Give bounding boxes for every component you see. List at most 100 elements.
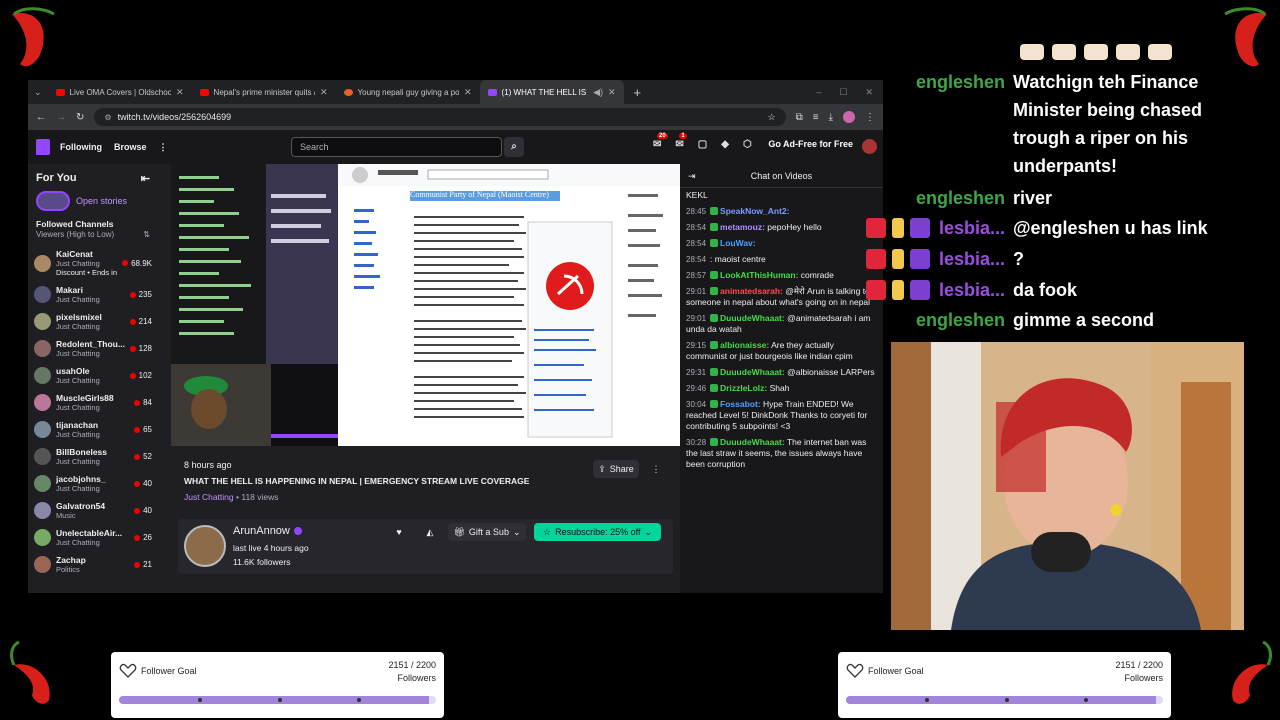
chat-username[interactable]: metamouz: [720,222,765,232]
viewer-count: 52 [143,452,152,461]
share-button[interactable]: ⇪ Share [593,460,639,478]
extensions-icon[interactable]: ⧉ [796,112,803,123]
search-icon[interactable]: ⌕ [504,137,524,157]
tab-search-icon[interactable]: ⌄ [28,87,48,98]
close-tab-icon[interactable]: ✕ [320,87,328,98]
sidebar-channel-item[interactable]: Zachap Politics 21 [28,551,158,578]
chat-message: 30:04 Fossabot: Hype Train ENDED! We reac… [680,397,883,435]
whispers-icon[interactable]: ✉ 1 [675,133,687,150]
open-stories-label: Open stories [76,196,128,206]
nav-icons: ✉ 20 ✉ 1 ▢ ◆ ⬡ [653,133,752,150]
chat-timestamp[interactable]: 28:54 [686,223,706,232]
sidebar-channel-item[interactable]: jacobjohns_ Just Chatting 40 [28,470,158,497]
sidebar-channel-item[interactable]: KaiCenat Just Chatting Discount • Ends in … [28,245,158,281]
reload-icon[interactable]: ↻ [76,112,84,123]
bookmark-star-icon[interactable]: ☆ [768,112,776,123]
channel-category: Just Chatting [56,430,100,439]
chat-username[interactable]: LookAtThisHuman: [720,270,798,280]
viewer-count: 128 [138,344,152,353]
chat-username[interactable]: DuuudeWhaaat: [720,313,785,323]
chat-timestamp[interactable]: 29:15 [686,341,706,350]
crown-icon[interactable]: ◆ [721,139,729,150]
notifications-icon[interactable]: ▢ [698,139,707,150]
close-tab-icon[interactable]: ✕ [608,87,616,98]
url-field[interactable]: ⚙ twitch.tv/videos/2562604699 ☆ [94,108,786,126]
sidebar-channel-item[interactable]: BillBoneless Just Chatting 52 [28,443,158,470]
browser-tab-3[interactable]: Young nepali guy giving a powe ✕ [336,80,480,104]
chat-timestamp[interactable]: 28:57 [686,271,706,280]
forward-arrow-icon[interactable]: → [56,112,66,123]
minimize-icon[interactable]: – [816,87,821,98]
new-tab-button[interactable]: + [624,85,652,100]
chat-username[interactable]: Fossabot: [720,399,761,409]
chat-header-title: Chat on Videos [750,171,813,181]
back-arrow-icon[interactable]: ← [36,112,46,123]
notification-bell-button[interactable]: ◭ [421,523,439,541]
gift-sub-button[interactable]: 🎁︎ Gift a Sub ⌄ [448,523,526,541]
chat-timestamp[interactable]: 29:01 [686,314,706,323]
chat-text: Shah [769,383,790,393]
profile-avatar[interactable] [843,111,855,123]
sidebar-channel-item[interactable]: tijanachan Just Chatting 65 [28,416,158,443]
resubscribe-button[interactable]: ☆ Resubscribe: 25% off ⌄ [534,523,661,541]
chat-timestamp[interactable]: 29:31 [686,368,706,377]
chat-timestamp[interactable]: 30:04 [686,400,706,409]
chat-username[interactable]: LouWav: [720,238,756,248]
close-tab-icon[interactable]: ✕ [464,87,472,98]
search-input[interactable]: Search [291,137,502,157]
chat-timestamp[interactable]: 28:54 [686,239,706,248]
collapse-sidebar-icon[interactable]: ⇤ [141,172,150,185]
browser-tab-2[interactable]: Nepal's prime minister quits afte ✕ [192,80,336,104]
chat-username[interactable]: DrizzleLolz: [720,383,767,393]
streamer-avatar[interactable] [184,525,226,567]
expand-chat-icon[interactable]: ⇥ [688,164,696,188]
browser-tab-1[interactable]: Live OMA Covers | Oldschool R ✕ [48,80,192,104]
webcam-feed [891,342,1244,630]
browser-menu-icon[interactable]: ⋮ [865,112,875,123]
browser-tab-4[interactable]: (1) WHAT THE HELL IS HAPP ◀) ✕ [479,80,624,104]
nav-following[interactable]: Following [60,142,102,152]
channel-name: pixelsmixel [56,312,102,322]
channel-viewer-count: 65 [134,425,152,434]
ad-free-button[interactable]: Go Ad-Free for Free [768,139,853,149]
video-player[interactable]: Communist Party of Nepal (Maoist Centre) [171,164,680,446]
chat-username[interactable]: DuuudeWhaaat: [720,367,785,377]
close-window-icon[interactable]: ✕ [865,87,873,98]
sidebar-channel-item[interactable]: usahOle Just Chatting 102 [28,362,158,389]
overlay-chat: engleshen Watchign teh Finance Minister b… [866,44,1280,340]
sort-icon[interactable]: ⇅ [143,230,150,239]
twitch-logo-icon[interactable] [36,139,50,155]
sidebar-channel-item[interactable]: MuscleGirls88 Just Chatting 84 [28,389,158,416]
streamer-name[interactable]: ArunAnnow [233,525,290,537]
chat-timestamp[interactable]: 29:46 [686,384,706,393]
close-tab-icon[interactable]: ✕ [176,87,184,98]
chat-timestamp[interactable]: 30:28 [686,438,706,447]
sidebar-channel-item[interactable]: UnelectableAir... Just Chatting 26 [28,524,158,551]
chat-username[interactable]: SpeakNow_Ant2: [720,206,789,216]
chat-username[interactable]: DuuudeWhaaat: [720,437,785,447]
speaker-icon[interactable]: ◀) [593,87,603,98]
sidebar-channel-item[interactable]: Makari Just Chatting 235 [28,281,158,308]
chat-username[interactable]: albionaisse: [720,340,769,350]
follow-heart-button[interactable]: ♥ [390,523,408,541]
prime-icon[interactable]: ⬡ [743,139,752,150]
chili-pepper-decoration-bottom-left [10,640,50,704]
open-stories-button[interactable]: Open stories [28,189,158,213]
chat-timestamp[interactable]: 28:45 [686,207,706,216]
more-menu-icon[interactable]: ⋮ [159,142,168,153]
video-category-link[interactable]: Just Chatting [184,492,234,502]
chat-timestamp[interactable]: 29:01 [686,287,706,296]
maximize-icon[interactable]: ☐ [839,87,847,98]
sidebar-channel-item[interactable]: Galvatron54 Music 40 [28,497,158,524]
download-icon[interactable]: ⤓ [829,112,833,123]
chat-username[interactable]: animatedsarah: [720,286,783,296]
sidebar-channel-item[interactable]: Redolent_Thou... Just Chatting 128 [28,335,158,362]
sidebar-channel-item[interactable]: pixelsmixel Just Chatting 214 [28,308,158,335]
inbox-icon[interactable]: ✉ 20 [653,133,668,150]
site-info-icon[interactable]: ⚙ [104,113,111,122]
user-avatar[interactable] [862,139,877,154]
media-icon[interactable]: ≡ [813,112,819,123]
nav-browse[interactable]: Browse [114,142,147,152]
video-more-icon[interactable]: ⋮ [650,460,662,478]
chat-timestamp[interactable]: 28:54 [686,255,706,264]
